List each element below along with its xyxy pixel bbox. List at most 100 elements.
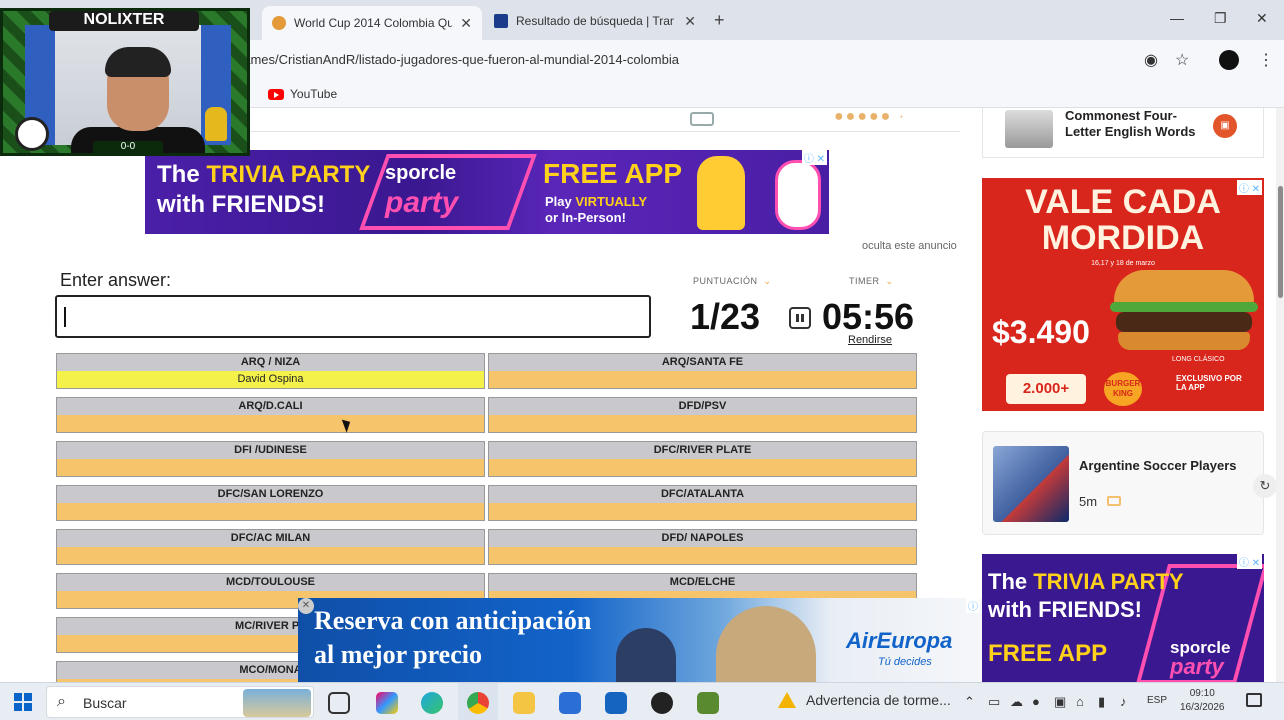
new-tab-icon[interactable]: + (714, 10, 725, 31)
trophy-icon (205, 107, 227, 141)
score-label: PUNTUACIÓN ⌄ (693, 276, 772, 286)
answer-slot: DFI /UDINESE (56, 441, 485, 477)
timer-label: TIMER ⌄ (849, 276, 894, 286)
search-placeholder: Buscar (83, 695, 127, 711)
text-cursor (64, 307, 66, 327)
bk-product: LONG CLÁSICO (1172, 356, 1225, 363)
bk-app-text: EXCLUSIVO POR LA APP (1176, 374, 1242, 392)
profile-avatar-icon[interactable] (1219, 50, 1239, 70)
battery-icon[interactable]: ▮ (1098, 694, 1105, 710)
tab-title: Resultado de búsqueda | Transf (516, 14, 674, 28)
notification-icon[interactable] (1246, 693, 1262, 707)
slot-answer: David Ospina (57, 371, 484, 388)
air-europa-logo: AirEuropa (846, 628, 953, 653)
ad-info-icon[interactable]: ⓘ ✕ (801, 150, 827, 165)
monument-image (716, 606, 816, 682)
related-quiz-card-argentina[interactable]: Argentine Soccer Players 5m ↻ (982, 431, 1277, 535)
star-bookmark-icon[interactable]: ☆ (1175, 50, 1189, 70)
close-ad-icon[interactable]: ✕ (298, 598, 314, 614)
soccer-ball-icon (15, 117, 49, 151)
edge-icon[interactable] (421, 692, 443, 714)
slot-header: DFC/ATALANTA (489, 486, 916, 503)
windows-start-icon[interactable] (14, 693, 32, 711)
outlook-icon[interactable] (605, 692, 627, 714)
burger-image (1110, 270, 1258, 356)
air-europa-ad[interactable]: Reserva con anticipación al mejor precio … (298, 598, 982, 682)
ae-headline: Reserva con anticipación al mejor precio (314, 606, 592, 669)
weather-widget[interactable]: Advertencia de torme... (778, 692, 951, 708)
give-up-link[interactable]: Rendirse (848, 334, 892, 346)
ad-info-icon[interactable]: ⓘ ✕ (1236, 554, 1262, 569)
close-window-icon[interactable]: ✕ (1256, 10, 1268, 27)
bk-price: $3.490 (992, 314, 1090, 350)
app-icon[interactable] (651, 692, 673, 714)
taskbar-search[interactable]: ⌕ Buscar (46, 686, 314, 718)
party-logo: party (1170, 654, 1224, 679)
eye-off-icon[interactable]: ◉ (1144, 50, 1158, 70)
file-explorer-icon[interactable] (513, 692, 535, 714)
tab-world-cup-quiz[interactable]: World Cup 2014 Colombia Qui ✕ (262, 6, 482, 40)
banner-headline: The TRIVIA PARTY with FRIENDS! (157, 161, 371, 218)
bookmark-youtube[interactable]: YouTube (268, 87, 337, 101)
minecraft-icon[interactable] (697, 692, 719, 714)
burger-king-logo: BURGER KING (1104, 372, 1142, 406)
ae-slogan: Tú decides (878, 656, 932, 668)
camera-icon (1107, 496, 1121, 506)
chevron-up-icon[interactable]: ⌃ (964, 694, 975, 710)
quiz-badge-icon: ▣ (1213, 114, 1237, 138)
sporcle-party-side-ad[interactable]: The TRIVIA PARTY with FRIENDS! FREE APP … (982, 554, 1264, 682)
camera-tray-icon[interactable]: ▣ (1054, 694, 1066, 710)
webcam-overlay: NOLIXTER 0-0 (0, 8, 250, 156)
more-menu-icon[interactable]: ⋮ (1258, 50, 1274, 70)
slot-answer (489, 547, 916, 564)
tray-app-icon[interactable]: ▭ (988, 694, 1000, 710)
slot-header: ARQ/D.CALI (57, 398, 484, 415)
answer-slot: ARQ / NIZA David Ospina (56, 353, 485, 389)
ad-info-icon[interactable]: ⓘ ✕ (1236, 180, 1262, 195)
slot-answer (489, 459, 916, 476)
minimize-icon[interactable]: — (1170, 10, 1184, 26)
scrollbar-thumb[interactable] (1278, 186, 1283, 298)
clock[interactable]: 09:10 16/3/2026 (1180, 687, 1225, 715)
store-icon[interactable] (559, 692, 581, 714)
score-value: 1/23 (690, 296, 761, 337)
maximize-icon[interactable]: ❐ (1214, 10, 1227, 27)
answer-input[interactable] (55, 295, 651, 338)
related-quiz-title: Argentine Soccer Players (1079, 458, 1237, 473)
slot-header: MCD/ELCHE (489, 574, 916, 591)
language-indicator[interactable]: ESP (1147, 695, 1167, 706)
close-tab-icon[interactable]: ✕ (460, 15, 472, 32)
comment-icon (690, 112, 714, 126)
answer-slot: DFC/RIVER PLATE (488, 441, 917, 477)
related-quiz-card[interactable]: Commonest Four-Letter English Words ▣ (982, 108, 1264, 158)
side-ad-headline: The TRIVIA PARTY with FRIENDS! (988, 569, 1184, 622)
task-view-icon[interactable] (328, 692, 350, 714)
bookmark-label: YouTube (290, 87, 338, 101)
burger-king-ad[interactable]: VALE CADA MORDIDA 16,17 y 18 de marzo $3… (982, 178, 1264, 411)
slot-header: ARQ / NIZA (57, 354, 484, 371)
refresh-icon[interactable]: ↻ (1253, 474, 1277, 498)
hide-ad-link[interactable]: oculta este anuncio (862, 240, 957, 252)
tab-title: World Cup 2014 Colombia Qui (294, 16, 452, 30)
network-icon[interactable]: ⌂ (1076, 694, 1084, 709)
chrome-icon[interactable] (467, 692, 489, 714)
bk-headline: VALE CADA MORDIDA (1025, 183, 1221, 257)
microphone-icon[interactable]: ● (1032, 694, 1040, 709)
timer-value: 05:56 (822, 296, 915, 337)
url-field[interactable]: games/CristianAndR/listado-jugadores-que… (236, 52, 679, 67)
tab-transfermarkt-search[interactable]: Resultado de búsqueda | Transf ✕ (484, 6, 706, 36)
close-tab-icon[interactable]: ✕ (684, 13, 696, 30)
slot-header: DFD/PSV (489, 398, 916, 415)
quiz-duration: 5m (1079, 494, 1098, 509)
pause-button[interactable] (789, 307, 811, 329)
webcam-score: 0-0 (93, 141, 163, 153)
sporcle-party-banner-ad[interactable]: The TRIVIA PARTY with FRIENDS! sporcle p… (145, 150, 829, 234)
answer-slot: DFC/AC MILAN (56, 529, 485, 565)
copilot-icon[interactable] (376, 692, 398, 714)
answer-slot: ARQ/D.CALI (56, 397, 485, 433)
volume-icon[interactable]: ♪ (1120, 694, 1127, 709)
slot-header: ARQ/SANTA FE (489, 354, 916, 371)
onedrive-icon[interactable]: ☁ (1010, 694, 1023, 710)
ad-info-icon[interactable]: ⓘ (966, 598, 980, 613)
windows-taskbar: ⌕ Buscar Advertencia de torme... ⌃ ▭ ☁ ●… (0, 682, 1284, 720)
